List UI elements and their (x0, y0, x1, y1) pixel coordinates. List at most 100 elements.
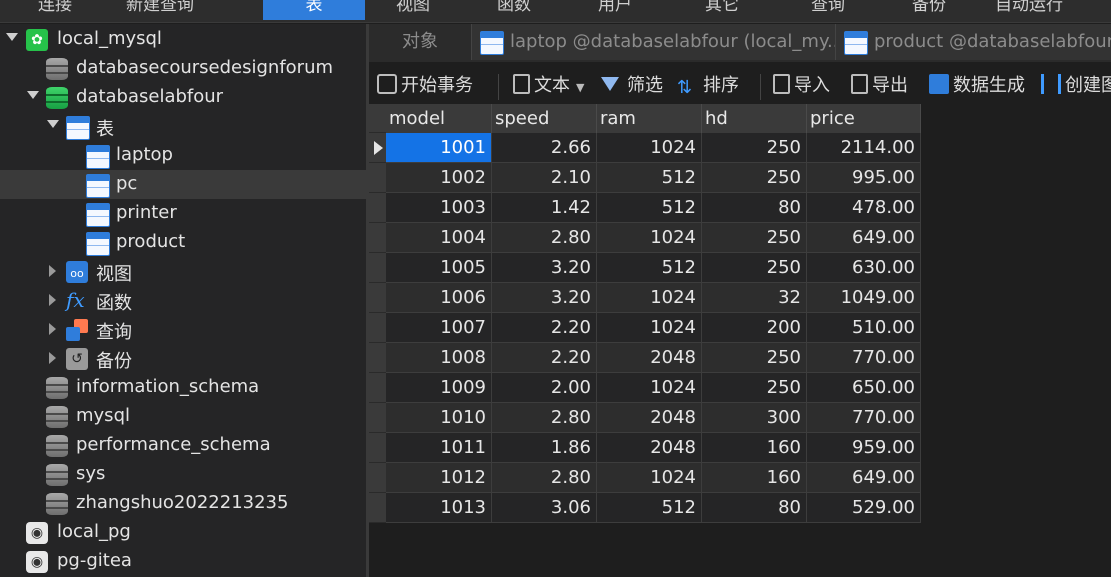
column-header-speed[interactable]: speed (492, 104, 597, 133)
cell-speed[interactable]: 2.20 (492, 343, 597, 373)
cell-hd[interactable]: 160 (702, 433, 807, 463)
cell-speed[interactable]: 2.80 (492, 223, 597, 253)
export-button[interactable]: 导出 (851, 72, 908, 100)
tab-product[interactable]: product @databaselabfour (835, 24, 1111, 60)
cell-hd[interactable]: 250 (702, 373, 807, 403)
collapse-arrow-icon[interactable] (6, 33, 18, 41)
tree-connection-pg-gitea[interactable]: ◉ pg-gitea (0, 547, 366, 576)
tree-connection-local-pg[interactable]: ◉ local_pg (0, 518, 366, 547)
cell-model[interactable]: 1003 (386, 193, 492, 223)
cell-speed[interactable]: 3.20 (492, 283, 597, 313)
cell-price[interactable]: 529.00 (807, 493, 921, 523)
data-generation-button[interactable]: 数据生成 (929, 72, 1025, 100)
row-selector[interactable] (369, 493, 386, 523)
cell-ram[interactable]: 512 (597, 163, 702, 193)
cell-price[interactable]: 650.00 (807, 373, 921, 403)
cell-speed[interactable]: 2.80 (492, 463, 597, 493)
row-selector[interactable] (369, 133, 386, 163)
expand-arrow-icon[interactable] (49, 323, 56, 335)
tree-table-printer[interactable]: printer (0, 199, 366, 228)
expand-arrow-icon[interactable] (49, 352, 56, 364)
cell-speed[interactable]: 2.10 (492, 163, 597, 193)
cell-ram[interactable]: 1024 (597, 373, 702, 403)
menu-table[interactable]: 表 (263, 0, 365, 20)
cell-speed[interactable]: 3.20 (492, 253, 597, 283)
tree-queries-group[interactable]: 查询 (0, 315, 366, 344)
filter-button[interactable]: 筛选 (601, 72, 663, 100)
cell-price[interactable]: 649.00 (807, 463, 921, 493)
cell-hd[interactable]: 32 (702, 283, 807, 313)
cell-hd[interactable]: 250 (702, 223, 807, 253)
cell-hd[interactable]: 250 (702, 133, 807, 163)
row-selector[interactable] (369, 223, 386, 253)
menu-user[interactable]: 用户 (598, 0, 632, 20)
create-chart-button[interactable]: 创建图 (1041, 72, 1111, 100)
menu-backup[interactable]: 备份 (912, 0, 946, 20)
collapse-arrow-icon[interactable] (47, 120, 59, 128)
column-header-price[interactable]: price (807, 104, 921, 133)
tree-database[interactable]: mysql (0, 402, 366, 431)
menu-connect[interactable]: 连接 (38, 0, 72, 20)
row-selector[interactable] (369, 463, 386, 493)
cell-model[interactable]: 1006 (386, 283, 492, 313)
collapse-arrow-icon[interactable] (27, 91, 39, 99)
cell-model[interactable]: 1001 (386, 133, 492, 163)
cell-hd[interactable]: 200 (702, 313, 807, 343)
tree-table-pc[interactable]: pc (0, 170, 366, 199)
tree-database[interactable]: information_schema (0, 373, 366, 402)
row-selector[interactable] (369, 403, 386, 433)
menu-query[interactable]: 查询 (811, 0, 845, 20)
row-selector[interactable] (369, 163, 386, 193)
row-selector[interactable] (369, 283, 386, 313)
cell-ram[interactable]: 1024 (597, 283, 702, 313)
sort-button[interactable]: ⇅ 排序 (677, 72, 739, 100)
tree-table-laptop[interactable]: laptop (0, 141, 366, 170)
tree-database[interactable]: zhangshuo2022213235 (0, 489, 366, 518)
cell-price[interactable]: 510.00 (807, 313, 921, 343)
tree-database[interactable]: performance_schema (0, 431, 366, 460)
cell-ram[interactable]: 2048 (597, 343, 702, 373)
cell-hd[interactable]: 250 (702, 343, 807, 373)
cell-model[interactable]: 1011 (386, 433, 492, 463)
cell-speed[interactable]: 1.42 (492, 193, 597, 223)
cell-model[interactable]: 1012 (386, 463, 492, 493)
row-selector[interactable] (369, 193, 386, 223)
tree-backups-group[interactable]: ↺ 备份 (0, 344, 366, 373)
column-header-hd[interactable]: hd (702, 104, 807, 133)
row-selector[interactable] (369, 343, 386, 373)
cell-model[interactable]: 1013 (386, 493, 492, 523)
tree-database-open[interactable]: databaselabfour (0, 83, 366, 112)
cell-speed[interactable]: 1.86 (492, 433, 597, 463)
tree-table-product[interactable]: product (0, 228, 366, 257)
cell-hd[interactable]: 300 (702, 403, 807, 433)
tree-connection-local-mysql[interactable]: ✿ local_mysql (0, 25, 366, 54)
menu-other[interactable]: 其它 (705, 0, 739, 20)
cell-price[interactable]: 1049.00 (807, 283, 921, 313)
menu-view[interactable]: 视图 (396, 0, 430, 20)
tree-database[interactable]: sys (0, 460, 366, 489)
cell-speed[interactable]: 2.80 (492, 403, 597, 433)
dropdown-caret-icon[interactable]: ▼ (576, 81, 584, 94)
cell-ram[interactable]: 2048 (597, 403, 702, 433)
cell-price[interactable]: 770.00 (807, 403, 921, 433)
cell-speed[interactable]: 2.66 (492, 133, 597, 163)
cell-ram[interactable]: 1024 (597, 313, 702, 343)
cell-hd[interactable]: 160 (702, 463, 807, 493)
tab-laptop[interactable]: laptop @databaselabfour (local_my... (471, 24, 836, 60)
begin-transaction-button[interactable]: 开始事务 (377, 72, 473, 100)
cell-model[interactable]: 1004 (386, 223, 492, 253)
cell-model[interactable]: 1009 (386, 373, 492, 403)
text-view-button[interactable]: 文本 ▼ (513, 72, 584, 100)
cell-model[interactable]: 1002 (386, 163, 492, 193)
cell-model[interactable]: 1010 (386, 403, 492, 433)
cell-ram[interactable]: 512 (597, 493, 702, 523)
cell-ram[interactable]: 512 (597, 253, 702, 283)
cell-ram[interactable]: 1024 (597, 223, 702, 253)
menu-new-query[interactable]: 新建查询 (126, 0, 194, 20)
cell-model[interactable]: 1008 (386, 343, 492, 373)
cell-model[interactable]: 1007 (386, 313, 492, 343)
cell-price[interactable]: 959.00 (807, 433, 921, 463)
cell-price[interactable]: 2114.00 (807, 133, 921, 163)
cell-speed[interactable]: 3.06 (492, 493, 597, 523)
cell-price[interactable]: 478.00 (807, 193, 921, 223)
